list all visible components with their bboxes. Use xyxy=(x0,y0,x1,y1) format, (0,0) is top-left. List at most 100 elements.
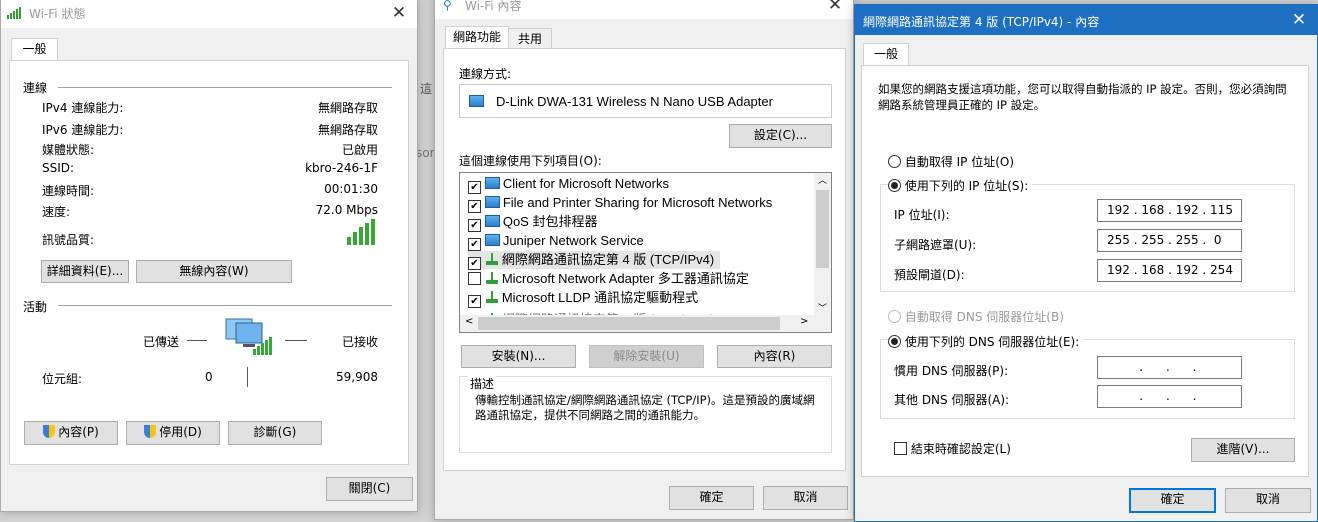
activity-vertical-divider xyxy=(247,367,248,387)
preferred-dns-label: 慣用 DNS 伺服器(P): xyxy=(894,364,1009,378)
auto-ip-option[interactable]: 自動取得 IP 位址(O) xyxy=(888,153,1014,170)
close-icon[interactable]: ✕ xyxy=(821,0,849,17)
item-label: Microsoft LLDP 通訊協定驅動程式 xyxy=(501,290,699,305)
wireless-properties-button[interactable]: 無線內容(W) xyxy=(136,260,292,283)
network-computer-icon xyxy=(223,317,273,357)
connection-heading: 連線 xyxy=(23,81,48,95)
adapter-icon xyxy=(469,95,487,109)
list-item[interactable]: ✔ Client for Microsoft Networks xyxy=(468,175,669,194)
list-item[interactable]: ✔ File and Printer Sharing for Microsoft… xyxy=(468,194,773,213)
ipv4-label: IPv4 連線能力: xyxy=(42,101,124,115)
diagnose-button[interactable]: 診斷(G) xyxy=(228,421,322,445)
list-item[interactable]: ✔ 網際網路通訊協定第 4 版 (TCP/IPv4) xyxy=(468,251,721,270)
ip-address-label: IP 位址(I): xyxy=(894,208,950,222)
background-text-fragment: 這 xyxy=(420,82,433,96)
list-item[interactable]: ✔ Juniper Network Service xyxy=(468,232,644,251)
protocol-icon xyxy=(485,272,499,284)
alternate-dns-field[interactable]: . . . xyxy=(1097,385,1242,408)
install-button[interactable]: 安裝(N)... xyxy=(461,345,576,368)
window-title: Wi-Fi 狀態 xyxy=(29,7,86,21)
vertical-scrollbar[interactable]: ︿ ﹀ xyxy=(814,173,831,316)
close-button[interactable]: 關閉(C) xyxy=(326,477,413,501)
preferred-dns-field[interactable]: . . . xyxy=(1097,356,1242,379)
item-checkbox[interactable]: ✔ xyxy=(468,238,481,251)
item-label: File and Printer Sharing for Microsoft N… xyxy=(502,195,773,210)
speed-value: 72.0 Mbps xyxy=(315,203,378,217)
tab-sharing[interactable]: 共用 xyxy=(508,28,552,49)
manual-ip-option[interactable]: 使用下列的 IP 位址(S): xyxy=(888,177,1033,194)
title-bar[interactable]: ⚲ Wi-Fi 內容 ✕ xyxy=(435,0,853,19)
item-checkbox[interactable]: ✔ xyxy=(468,200,481,213)
title-bar[interactable]: 網際網路通訊協定第 4 版 (TCP/IPv4) - 內容 ✕ xyxy=(855,5,1317,35)
title-bar[interactable]: Wi-Fi 狀態 ✕ xyxy=(1,0,417,28)
received-label: 已接收 xyxy=(342,335,379,349)
items-label: 這個連線使用下列項目(O): xyxy=(459,154,602,168)
default-gateway-label: 預設閘道(D): xyxy=(894,268,965,282)
scroll-thumb[interactable] xyxy=(816,190,829,268)
description-group: 描述 傳輸控制通訊協定/網際網路通訊協定 (TCP/IP)。這是預設的廣域網路通… xyxy=(459,375,832,453)
properties-button[interactable]: 內容(P) xyxy=(24,421,118,445)
scroll-up-icon[interactable]: ︿ xyxy=(818,173,827,186)
duration-value: 00:01:30 xyxy=(324,182,378,196)
item-label: Microsoft Network Adapter 多工器通訊協定 xyxy=(501,271,749,286)
default-gateway-field[interactable]: 192 . 168 . 192 . 254 xyxy=(1097,259,1242,282)
horizontal-scrollbar[interactable]: < > xyxy=(460,315,831,332)
auto-dns-option[interactable]: 自動取得 DNS 伺服器位址(B) xyxy=(888,308,1064,325)
list-item[interactable]: ✔ QoS 封包排程器 xyxy=(468,213,597,232)
manual-dns-radio[interactable] xyxy=(888,335,901,348)
scroll-right-icon[interactable]: > xyxy=(800,316,808,327)
description-heading: 描述 xyxy=(468,375,497,392)
validate-option[interactable]: 結束時確認設定(L) xyxy=(894,440,1011,457)
manual-ip-radio[interactable] xyxy=(888,179,901,192)
cancel-button[interactable]: 取消 xyxy=(763,486,848,510)
disable-button[interactable]: 停用(D) xyxy=(126,421,220,445)
activity-heading: 活動 xyxy=(23,300,48,314)
configure-button[interactable]: 設定(C)... xyxy=(729,124,832,148)
network-service-icon xyxy=(484,196,500,208)
uac-shield-icon xyxy=(144,425,157,438)
scroll-down-icon[interactable]: ﹀ xyxy=(818,301,827,314)
auto-dns-label: 自動取得 DNS 伺服器位址(B) xyxy=(904,310,1064,324)
adapter-box: D-Link DWA-131 Wireless N Nano USB Adapt… xyxy=(459,84,832,118)
sent-line xyxy=(187,340,207,341)
tab-networking[interactable]: 網路功能 xyxy=(445,26,509,49)
close-icon[interactable]: ✕ xyxy=(1285,8,1313,32)
ok-button[interactable]: 確定 xyxy=(1129,488,1216,513)
ip-address-field[interactable]: 192 . 168 . 192 . 115 xyxy=(1097,199,1242,222)
auto-ip-radio[interactable] xyxy=(888,155,901,168)
cancel-button[interactable]: 取消 xyxy=(1225,488,1311,513)
wifi-status-window: Wi-Fi 狀態 ✕ 一般 連線 IPv4 連線能力: 無網路存取 IPv6 連… xyxy=(0,0,418,512)
manual-dns-option[interactable]: 使用下列的 DNS 伺服器位址(E): xyxy=(888,333,1084,350)
item-label: Client for Microsoft Networks xyxy=(502,176,669,191)
item-checkbox[interactable]: ✔ xyxy=(468,257,481,270)
tab-general[interactable]: 一般 xyxy=(863,43,909,66)
item-checkbox[interactable]: ✔ xyxy=(468,219,481,232)
tab-general[interactable]: 一般 xyxy=(11,38,58,61)
item-properties-button[interactable]: 內容(R) xyxy=(717,345,832,368)
protocol-icon xyxy=(485,253,499,265)
auto-dns-radio[interactable] xyxy=(888,310,901,323)
general-panel: 如果您的網路支援這項功能，您可以取得自動指派的 IP 設定。否則，您必須詢問網路… xyxy=(861,65,1309,477)
validate-label: 結束時確認設定(L) xyxy=(910,442,1011,456)
close-icon[interactable]: ✕ xyxy=(385,1,413,25)
item-checkbox[interactable]: ✔ xyxy=(468,295,481,308)
scroll-left-icon[interactable]: < xyxy=(465,316,473,327)
window-title: 網際網路通訊協定第 4 版 (TCP/IPv4) - 內容 xyxy=(863,15,1100,29)
sent-label: 已傳送 xyxy=(143,335,180,349)
item-checkbox[interactable]: ✔ xyxy=(468,181,481,194)
ok-button[interactable]: 確定 xyxy=(669,486,754,510)
ssid-label: SSID: xyxy=(42,161,75,175)
validate-checkbox[interactable] xyxy=(894,442,907,455)
details-button[interactable]: 詳細資料(E)... xyxy=(41,260,129,283)
horizontal-scroll-thumb[interactable] xyxy=(478,317,780,330)
list-item[interactable]: ✔ Microsoft LLDP 通訊協定驅動程式 xyxy=(468,289,699,308)
uninstall-button[interactable]: 解除安裝(U) xyxy=(589,345,704,368)
list-item[interactable]: Microsoft Network Adapter 多工器通訊協定 xyxy=(468,270,749,288)
subnet-mask-field[interactable]: 255 . 255 . 255 . 0 xyxy=(1097,229,1242,252)
networking-panel: 連線方式: D-Link DWA-131 Wireless N Nano USB… xyxy=(443,48,846,471)
advanced-button[interactable]: 進階(V)... xyxy=(1191,438,1295,462)
item-checkbox[interactable] xyxy=(468,272,481,285)
item-label: Juniper Network Service xyxy=(502,233,644,248)
auto-ip-label: 自動取得 IP 位址(O) xyxy=(904,155,1015,169)
received-line xyxy=(285,340,307,341)
